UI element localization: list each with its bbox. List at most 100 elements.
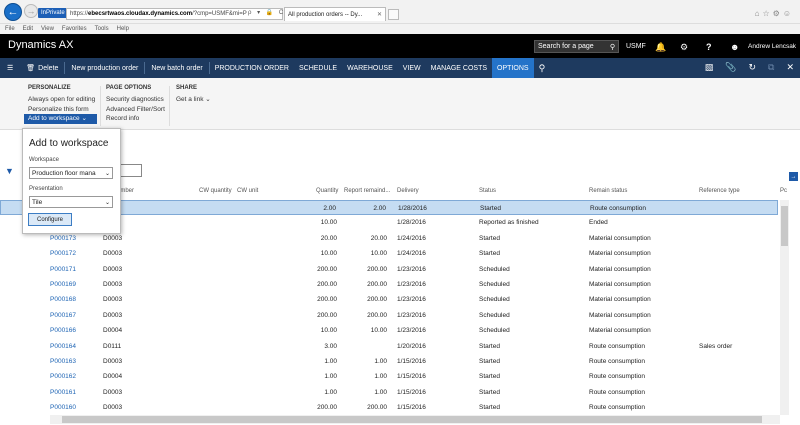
table-row[interactable]: P000169 D0003 200.00 200.00 1/23/2016 Schedul… <box>0 277 778 292</box>
new-batch-order-button[interactable]: New batch order <box>145 58 208 78</box>
table-row[interactable]: P000168 D0003 200.00 200.00 1/23/2016 Schedul… <box>0 292 778 307</box>
url-prefix: https:// <box>70 11 89 17</box>
record-info-button[interactable]: Record info <box>106 114 165 124</box>
settings-gear-icon[interactable]: ⚙ <box>773 9 783 18</box>
cell-item-number: D0003 <box>103 311 123 319</box>
horizontal-scroll-thumb[interactable] <box>62 416 762 423</box>
tab-title: All production orders -- Dy... <box>288 11 363 18</box>
cell-report-remaining: 1.00 <box>374 373 387 381</box>
col-extra[interactable]: Pc <box>780 188 787 194</box>
table-row[interactable]: P000171 D0003 200.00 200.00 1/23/2016 Schedul… <box>0 262 778 277</box>
office-icon[interactable]: ▧ <box>705 62 714 73</box>
tab-view[interactable]: VIEW <box>398 58 426 78</box>
close-tab-icon[interactable]: ✕ <box>377 11 382 18</box>
cell-production-order[interactable]: P000169 <box>50 281 76 288</box>
cell-production-order[interactable]: P000166 <box>50 327 76 334</box>
menu-edit[interactable]: Edit <box>23 26 33 32</box>
table-row[interactable]: P000163 D0003 1.00 1.00 1/15/2016 Started Rout… <box>0 354 778 369</box>
col-remain-status[interactable]: Remain status <box>589 188 627 194</box>
company-selector[interactable]: USMF <box>626 43 646 50</box>
table-row[interactable]: P000162 D0004 1.00 1.00 1/15/2016 Started Rout… <box>0 369 778 384</box>
menu-tools[interactable]: Tools <box>95 26 109 32</box>
cell-production-order[interactable]: P000161 <box>50 389 76 396</box>
col-status[interactable]: Status <box>479 188 496 194</box>
cell-production-order[interactable]: P000168 <box>50 296 76 303</box>
open-new-window-icon[interactable]: ⧉ <box>768 62 774 73</box>
menu-help[interactable]: Help <box>117 26 129 32</box>
gear-icon[interactable]: ⚙ <box>680 42 688 53</box>
delete-button[interactable]: 🗑 Delete <box>20 58 64 78</box>
page-search-input[interactable]: Search for a page ⚲ <box>534 40 619 53</box>
cell-production-order[interactable]: P000172 <box>50 250 76 257</box>
cell-production-order[interactable]: P000164 <box>50 343 76 350</box>
help-icon[interactable]: ? <box>706 42 712 52</box>
cell-production-order[interactable]: P000171 <box>50 266 76 273</box>
menu-favorites[interactable]: Favorites <box>62 26 87 32</box>
advanced-filter-sort-button[interactable]: Advanced Filter/Sort <box>106 105 165 115</box>
cell-delivery: 1/23/2016 <box>397 327 426 335</box>
bell-icon[interactable]: 🔔 <box>655 42 666 53</box>
tab-manage-costs[interactable]: MANAGE COSTS <box>426 58 492 78</box>
table-row[interactable]: P000161 D0003 1.00 1.00 1/15/2016 Started Rout… <box>0 385 778 400</box>
cell-item-number: D0004 <box>103 373 123 381</box>
cell-delivery: 1/23/2016 <box>397 265 426 273</box>
refresh-icon[interactable]: ↻ <box>748 62 756 73</box>
cell-report-remaining: 200.00 <box>367 311 387 319</box>
cell-production-order[interactable]: P000167 <box>50 312 76 319</box>
new-tab-button[interactable] <box>388 9 399 20</box>
cell-report-remaining: 10.00 <box>370 250 387 258</box>
search-icon[interactable]: ⚲ <box>610 43 615 51</box>
tab-options[interactable]: OPTIONS <box>492 58 534 78</box>
tab-schedule[interactable]: SCHEDULE <box>294 58 342 78</box>
browser-tab[interactable]: All production orders -- Dy... ✕ <box>284 7 386 21</box>
smiley-icon[interactable]: ☺ <box>783 9 794 18</box>
forward-arrow-icon[interactable]: → <box>24 4 38 18</box>
configure-button[interactable]: Configure <box>28 213 72 226</box>
col-quantity[interactable]: Quantity <box>316 188 338 194</box>
workspace-label: Workspace <box>29 157 59 163</box>
cell-production-order[interactable]: P000173 <box>50 235 76 242</box>
app-title[interactable]: Dynamics AX <box>8 39 73 51</box>
get-a-link-button[interactable]: Get a link ⌄ <box>176 95 211 105</box>
user-name[interactable]: Andrew Lencsak <box>748 43 796 50</box>
table-row[interactable]: P000160 D0003 200.00 200.00 1/15/2016 Started… <box>0 400 778 415</box>
table-row[interactable]: P000164 D0111 3.00 1/20/2016 Started Route co… <box>0 339 778 354</box>
table-row[interactable]: P000167 D0003 200.00 200.00 1/23/2016 Schedul… <box>0 308 778 323</box>
workspace-dropdown[interactable]: Production floor mana ⌄ <box>29 167 113 179</box>
col-cw-unit[interactable]: CW unit <box>237 188 258 194</box>
cell-production-order[interactable]: P000160 <box>50 404 76 411</box>
related-info-icon[interactable]: → <box>789 172 798 181</box>
cell-remain-status: Ended <box>589 219 608 227</box>
user-smiley-icon[interactable]: ☻ <box>730 42 739 52</box>
col-cw-quantity[interactable]: CW quantity <box>199 188 232 194</box>
favorites-star-icon[interactable]: ☆ <box>762 9 772 18</box>
col-delivery[interactable]: Delivery <box>397 188 419 194</box>
table-row[interactable]: P000166 D0004 10.00 10.00 1/23/2016 Scheduled… <box>0 323 778 338</box>
vertical-scroll-thumb[interactable] <box>781 206 788 246</box>
address-tools[interactable]: ρ ▾ 🔒 C <box>248 9 285 16</box>
cell-status: Reported as finished <box>479 219 539 227</box>
hamburger-menu-icon[interactable]: ☰ <box>0 58 20 78</box>
table-row[interactable]: P000172 D0003 10.00 10.00 1/24/2016 Started Ma… <box>0 246 778 261</box>
tab-production-order[interactable]: PRODUCTION ORDER <box>210 58 294 78</box>
tab-warehouse[interactable]: WAREHOUSE <box>342 58 398 78</box>
back-arrow-icon[interactable]: ← <box>4 3 22 21</box>
menu-file[interactable]: File <box>5 26 15 32</box>
attachment-icon[interactable]: 📎 <box>725 62 736 73</box>
action-search-icon[interactable]: ⚲ <box>534 58 551 78</box>
always-open-for-editing-button[interactable]: Always open for editing <box>28 95 97 105</box>
menu-view[interactable]: View <box>41 26 54 32</box>
cell-production-order[interactable]: P000162 <box>50 373 76 380</box>
col-reference-type[interactable]: Reference type <box>699 188 740 194</box>
col-report-remaining[interactable]: Report remaind... <box>344 188 390 194</box>
browser-icons[interactable]: ⌂☆⚙☺ <box>755 9 794 18</box>
new-production-order-button[interactable]: New production order <box>65 58 144 78</box>
cell-production-order[interactable]: P000163 <box>50 358 76 365</box>
personalize-form-button[interactable]: Personalize this form <box>28 105 97 115</box>
filter-icon[interactable]: ▼ <box>5 166 14 176</box>
security-diagnostics-button[interactable]: Security diagnostics <box>106 95 165 105</box>
add-to-workspace-button[interactable]: Add to workspace ⌄ <box>24 114 97 124</box>
close-icon[interactable]: ✕ <box>786 62 794 73</box>
panel-title: Add to workspace <box>29 138 109 149</box>
presentation-dropdown[interactable]: Tile ⌄ <box>29 196 113 208</box>
